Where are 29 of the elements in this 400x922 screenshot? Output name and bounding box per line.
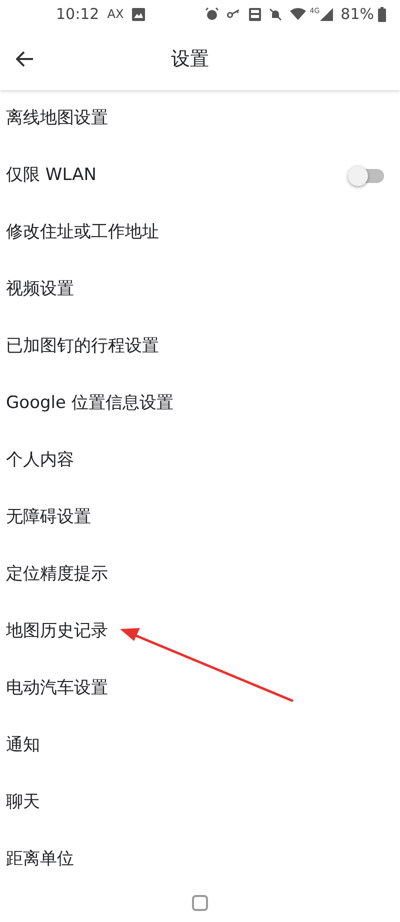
settings-item[interactable]: 视频设置 bbox=[6, 276, 74, 302]
page-title: 设置 bbox=[171, 46, 209, 72]
battery-icon bbox=[378, 6, 386, 22]
settings-item[interactable]: 定位精度提示 bbox=[6, 562, 108, 588]
settings-item[interactable]: 距离单位 bbox=[6, 846, 74, 872]
alarm-clock-icon bbox=[204, 7, 219, 21]
key-icon bbox=[226, 9, 241, 19]
settings-item[interactable]: 聊天 bbox=[6, 790, 40, 816]
image-icon bbox=[132, 8, 145, 20]
back-arrow-icon[interactable] bbox=[16, 51, 34, 67]
toggle-switch[interactable] bbox=[350, 168, 384, 182]
settings-item[interactable]: 通知 bbox=[6, 732, 40, 758]
settings-item[interactable]: 已加图钉的行程设置 bbox=[6, 334, 159, 360]
carrier-label: AX bbox=[107, 6, 124, 23]
settings-item[interactable]: 仅限 WLAN bbox=[6, 162, 96, 188]
bell-off-icon bbox=[268, 8, 282, 20]
settings-item[interactable]: 无障碍设置 bbox=[6, 504, 91, 530]
status-time: 10:12 bbox=[56, 4, 100, 25]
settings-item[interactable]: 地图历史记录 bbox=[6, 618, 108, 644]
battery-percent: 81% bbox=[340, 4, 374, 25]
wifi-icon bbox=[290, 8, 306, 20]
settings-item[interactable]: 电动汽车设置 bbox=[6, 676, 108, 702]
settings-item[interactable]: Google 位置信息设置 bbox=[6, 390, 174, 416]
recents-square-icon[interactable] bbox=[191, 894, 209, 912]
settings-item[interactable]: 个人内容 bbox=[6, 448, 74, 474]
cell-signal-icon bbox=[320, 8, 333, 20]
settings-item[interactable]: 离线地图设置 bbox=[6, 106, 108, 132]
settings-item[interactable]: 修改住址或工作地址 bbox=[6, 220, 159, 246]
volte-icon bbox=[248, 8, 261, 20]
